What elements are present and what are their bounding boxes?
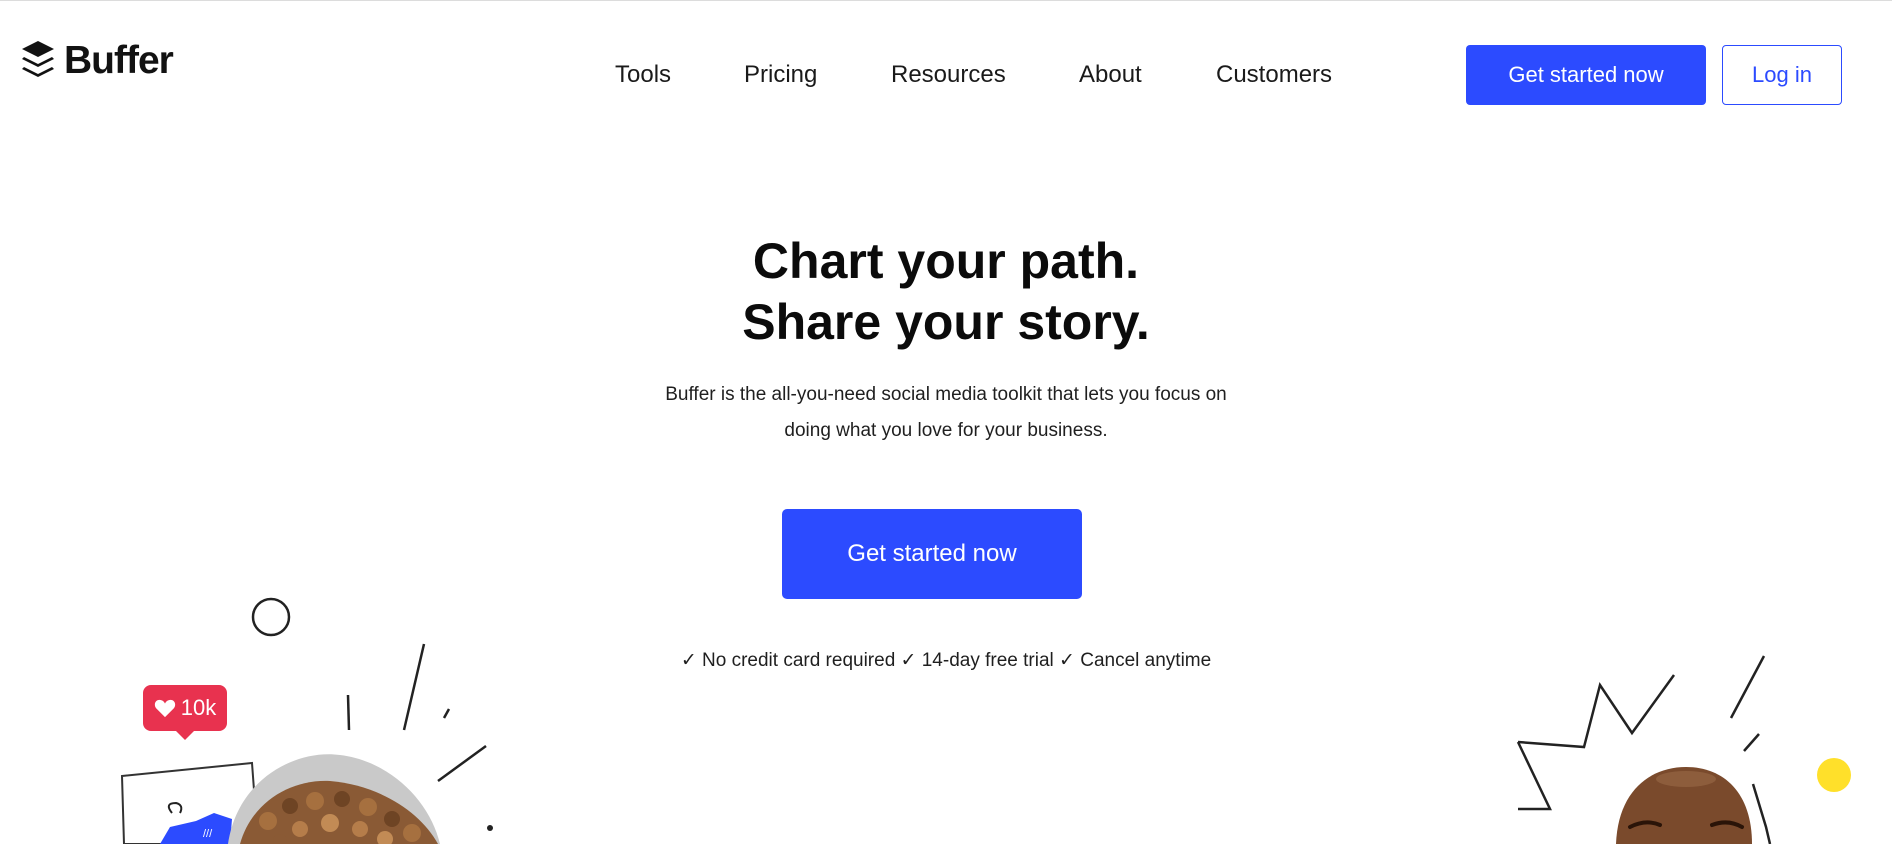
line-decoration xyxy=(1751,783,1772,844)
hero-get-started-button[interactable]: Get started now xyxy=(782,509,1082,599)
line-decoration xyxy=(442,708,451,719)
like-count: 10k xyxy=(180,695,217,720)
nav-item-customers[interactable]: Customers xyxy=(1216,55,1332,95)
hero-title-line-2: Share your story. xyxy=(742,294,1150,350)
shoe-illustration xyxy=(160,813,232,844)
line-decoration xyxy=(346,694,351,731)
photo-frame-decoration xyxy=(120,761,260,844)
zigzag-decoration xyxy=(1516,741,1552,811)
yellow-dot-decoration xyxy=(1817,758,1851,792)
person-hair-decoration xyxy=(240,780,438,844)
person-hood-decoration xyxy=(228,754,440,844)
nav-item-resources[interactable]: Resources xyxy=(891,55,1006,95)
hero-title: Chart your path. Share your story. xyxy=(0,231,1892,353)
svg-text:///: /// xyxy=(203,828,213,840)
hero-perks: ✓ No credit card required ✓ 14-day free … xyxy=(680,650,1212,671)
like-count-badge: 10k xyxy=(143,685,227,740)
line-decoration xyxy=(1743,733,1760,752)
nav-item-about[interactable]: About xyxy=(1079,55,1142,95)
heart-icon xyxy=(154,699,175,718)
dot-decoration xyxy=(487,825,493,831)
nav-get-started-button[interactable]: Get started now xyxy=(1466,45,1706,105)
hero-subtitle: Buffer is the all-you-need social media … xyxy=(665,384,1227,441)
hero-title-line-1: Chart your path. xyxy=(752,233,1140,289)
person-head-decoration xyxy=(1616,767,1752,844)
line-decoration xyxy=(437,744,487,783)
nav-item-tools[interactable]: Tools xyxy=(615,55,671,95)
badge-pointer xyxy=(175,730,195,740)
login-button[interactable]: Log in xyxy=(1722,45,1842,105)
zigzag-decoration xyxy=(1517,674,1676,749)
outline-circle-decoration xyxy=(251,597,291,637)
nav-item-pricing[interactable]: Pricing xyxy=(744,55,817,95)
